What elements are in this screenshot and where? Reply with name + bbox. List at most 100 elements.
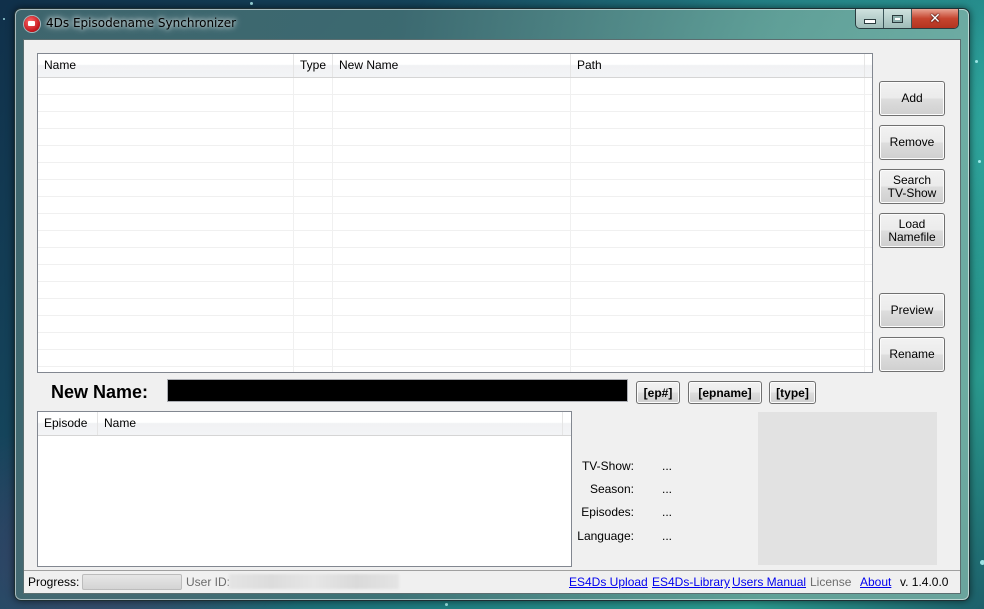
file-list-cell — [571, 231, 865, 247]
close-icon: ✕ — [929, 10, 941, 27]
file-list-cell — [38, 180, 294, 196]
episode-list[interactable]: Episode Name — [37, 411, 572, 567]
status-bar: Progress: User ID: ES4Ds Upload ES4Ds-Li… — [24, 570, 960, 593]
file-list-cell — [333, 95, 571, 111]
file-list-cell — [294, 78, 333, 94]
file-list-cell — [333, 316, 571, 332]
file-list-cell — [38, 95, 294, 111]
insert-epname-button[interactable]: [epname] — [688, 381, 762, 404]
file-list-cell — [571, 78, 865, 94]
file-list-cell — [38, 129, 294, 145]
version-label: v. 1.4.0.0 — [900, 575, 949, 589]
file-list-cell — [38, 214, 294, 230]
file-list-cell — [294, 333, 333, 349]
load-namefile-button[interactable]: Load Namefile — [879, 213, 945, 248]
file-list-empty-row — [38, 299, 872, 316]
show-poster-placeholder — [758, 412, 937, 565]
file-list-empty-row — [38, 350, 872, 367]
file-list-empty-row — [38, 197, 872, 214]
file-list-cell — [294, 231, 333, 247]
caption-buttons: ✕ — [855, 9, 959, 29]
episode-list-header: Episode Name — [38, 412, 571, 436]
file-list-cell — [38, 367, 294, 372]
license-link[interactable]: License — [810, 575, 851, 589]
file-list-cell — [294, 95, 333, 111]
file-list-cell — [38, 282, 294, 298]
background-star — [445, 603, 448, 606]
file-list-cell — [38, 248, 294, 264]
file-list-empty-row — [38, 78, 872, 95]
file-list-cell — [294, 214, 333, 230]
search-tv-show-button[interactable]: Search TV-Show — [879, 169, 945, 204]
file-list-cell — [571, 112, 865, 128]
load-button-line1: Load — [898, 216, 926, 231]
file-list-cell — [38, 316, 294, 332]
file-list-cell — [571, 129, 865, 145]
column-header-path[interactable]: Path — [571, 54, 865, 77]
app-window: 4Ds Episodename Synchronizer ✕ Name Type… — [14, 8, 970, 601]
insert-ep-number-button[interactable]: [ep#] — [636, 381, 680, 404]
about-link[interactable]: About — [860, 575, 891, 589]
file-list-header: Name Type New Name Path — [38, 54, 872, 78]
file-list-cell — [333, 197, 571, 213]
es4ds-library-link[interactable]: ES4Ds-Library — [652, 575, 730, 589]
file-list-cell — [294, 299, 333, 315]
file-list-cell — [571, 214, 865, 230]
file-list-cell — [294, 163, 333, 179]
file-list-cell — [38, 112, 294, 128]
column-header-type[interactable]: Type — [294, 54, 333, 77]
file-list-cell — [333, 112, 571, 128]
file-list-cell — [333, 214, 571, 230]
new-name-label: New Name: — [51, 382, 149, 402]
file-list-cell — [294, 282, 333, 298]
remove-button[interactable]: Remove — [879, 125, 945, 160]
title-bar[interactable]: 4Ds Episodename Synchronizer ✕ — [15, 9, 969, 39]
file-list-cell — [571, 265, 865, 281]
rename-button[interactable]: Rename — [879, 337, 945, 372]
background-star — [250, 2, 253, 5]
insert-type-button[interactable]: [type] — [769, 381, 816, 404]
file-list-cell — [38, 163, 294, 179]
file-list[interactable]: Name Type New Name Path — [37, 53, 873, 373]
file-list-cell — [571, 163, 865, 179]
file-list-cell — [333, 248, 571, 264]
season-label: Season: — [589, 482, 634, 496]
file-list-cell — [333, 265, 571, 281]
file-list-cell — [294, 265, 333, 281]
file-list-cell — [38, 333, 294, 349]
file-list-cell — [38, 299, 294, 315]
column-header-name[interactable]: Name — [38, 54, 294, 77]
column-header-filler — [865, 54, 872, 77]
column-header-episode[interactable]: Episode — [38, 412, 98, 435]
file-list-cell — [38, 265, 294, 281]
file-list-cell — [333, 299, 571, 315]
file-list-cell — [571, 299, 865, 315]
maximize-button[interactable] — [884, 9, 912, 28]
column-header-filler — [563, 412, 571, 435]
add-button[interactable]: Add — [879, 81, 945, 116]
file-list-empty-row — [38, 112, 872, 129]
search-button-line1: Search — [892, 172, 932, 187]
file-list-cell — [571, 146, 865, 162]
file-list-empty-row — [38, 163, 872, 180]
file-list-cell — [294, 316, 333, 332]
file-list-body — [38, 78, 872, 372]
file-list-cell — [333, 367, 571, 372]
new-name-input[interactable] — [167, 379, 628, 402]
column-header-episode-name[interactable]: Name — [98, 412, 563, 435]
column-header-new-name[interactable]: New Name — [333, 54, 571, 77]
file-list-empty-row — [38, 180, 872, 197]
users-manual-link[interactable]: Users Manual — [732, 575, 806, 589]
file-list-cell — [294, 197, 333, 213]
file-list-cell — [38, 197, 294, 213]
user-id-label: User ID: — [186, 575, 231, 589]
close-button[interactable]: ✕ — [912, 9, 958, 28]
minimize-button[interactable] — [856, 9, 884, 28]
es4ds-upload-link[interactable]: ES4Ds Upload — [569, 575, 648, 589]
file-list-empty-row — [38, 129, 872, 146]
background-star — [975, 60, 978, 63]
preview-button[interactable]: Preview — [879, 293, 945, 328]
window-title: 4Ds Episodename Synchronizer — [46, 16, 237, 30]
file-list-cell — [571, 197, 865, 213]
file-list-cell — [294, 180, 333, 196]
